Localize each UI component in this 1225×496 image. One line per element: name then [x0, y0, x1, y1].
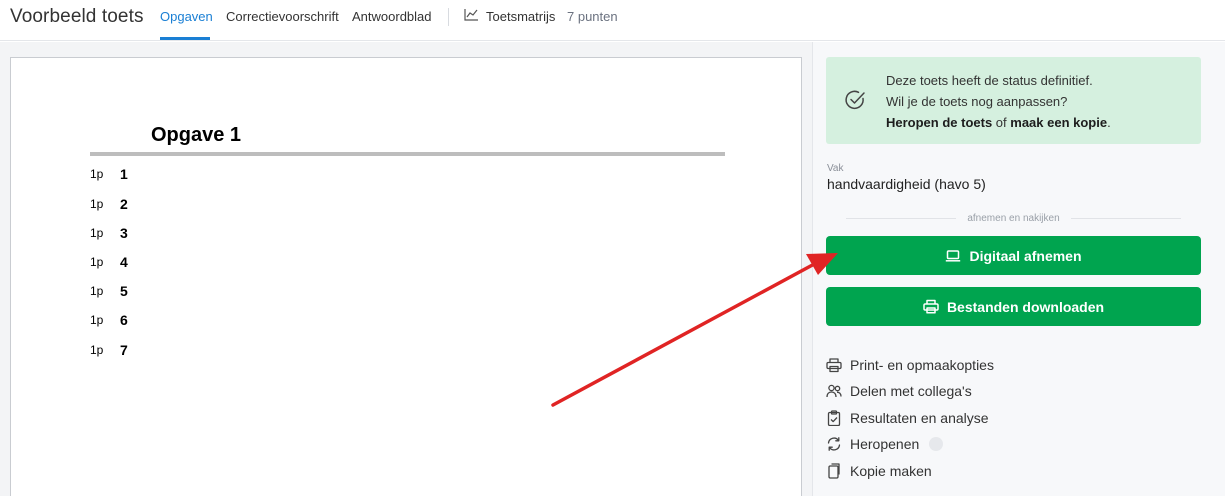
action-share-colleagues[interactable]: Delen met collega's — [826, 381, 972, 401]
status-end-text: . — [1107, 115, 1111, 130]
opgave-title: Opgave 1 — [151, 124, 242, 146]
action-print-options[interactable]: Print- en opmaakopties — [826, 355, 994, 375]
chart-line-icon — [464, 8, 479, 24]
question-row[interactable]: 1p 4 — [90, 252, 128, 272]
question-number: 1 — [120, 166, 128, 182]
status-line-1: Deze toets heeft de status definitief. — [886, 73, 1093, 88]
digital-afnemen-button[interactable]: Digitaal afnemen — [826, 236, 1201, 275]
printer-icon — [923, 299, 939, 314]
question-points: 1p — [90, 226, 104, 240]
info-icon[interactable] — [929, 437, 944, 451]
question-points: 1p — [90, 167, 104, 181]
question-points: 1p — [90, 197, 104, 211]
question-points: 1p — [90, 343, 104, 357]
points-total: 7 punten — [567, 9, 618, 24]
status-or-text: of — [992, 115, 1011, 130]
action-results-analysis[interactable]: Resultaten en analyse — [826, 408, 989, 428]
reopen-test-link[interactable]: Heropen de toets — [886, 115, 992, 130]
section-divider-label: afnemen en nakijken — [826, 213, 1201, 224]
action-label: Delen met collega's — [850, 383, 972, 399]
status-message: Deze toets heeft de status definitief. W… — [886, 70, 1111, 133]
page-title: Voorbeeld toets — [10, 6, 144, 27]
divider-label-text: afnemen en nakijken — [959, 213, 1068, 224]
question-number: 7 — [120, 342, 128, 358]
digital-afnemen-label: Digitaal afnemen — [969, 247, 1082, 264]
tab-correctievoorschrift[interactable]: Correctievoorschrift — [226, 9, 339, 24]
opgave-divider — [90, 152, 725, 156]
question-number: 4 — [120, 254, 128, 270]
action-label: Kopie maken — [850, 463, 932, 479]
printer-icon — [826, 357, 842, 373]
question-points: 1p — [90, 255, 104, 269]
vak-label: Vak — [827, 163, 844, 174]
question-row[interactable]: 1p 5 — [90, 281, 128, 301]
tab-antwoordblad[interactable]: Antwoordblad — [352, 9, 432, 24]
laptop-icon — [945, 249, 961, 263]
tab-opgaven[interactable]: Opgaven — [160, 9, 213, 24]
copy-icon — [826, 463, 842, 479]
action-label: Resultaten en analyse — [850, 410, 989, 426]
header-divider — [448, 8, 449, 26]
question-points: 1p — [90, 313, 104, 327]
clipboard-check-icon — [826, 410, 842, 426]
check-circle-icon — [844, 89, 866, 116]
document-preview: Opgave 1 1p 1 1p 2 1p 3 1p 4 1p 5 1p 6 1… — [10, 57, 802, 496]
action-make-copy[interactable]: Kopie maken — [826, 461, 932, 481]
question-row[interactable]: 1p 2 — [90, 194, 128, 214]
download-files-label: Bestanden downloaden — [946, 298, 1105, 315]
status-line-3: Heropen de toets of maak een kopie. — [886, 112, 1111, 133]
vak-value: handvaardigheid (havo 5) — [827, 176, 986, 192]
question-points: 1p — [90, 284, 104, 298]
active-tab-indicator — [160, 37, 210, 40]
toetsmatrijs-link[interactable]: Toetsmatrijs — [464, 8, 555, 24]
top-header: Voorbeeld toets Opgaven Correctievoorsch… — [0, 0, 1225, 41]
users-icon — [826, 383, 842, 399]
question-row[interactable]: 1p 6 — [90, 310, 128, 330]
question-number: 5 — [120, 283, 128, 299]
question-number: 2 — [120, 196, 128, 212]
download-files-button[interactable]: Bestanden downloaden — [826, 287, 1201, 326]
question-row[interactable]: 1p 1 — [90, 164, 128, 184]
question-row[interactable]: 1p 7 — [90, 340, 128, 360]
status-line-2: Wil je de toets nog aanpassen? — [886, 94, 1068, 109]
action-reopen[interactable]: Heropenen — [826, 434, 944, 454]
toetsmatrijs-label: Toetsmatrijs — [486, 8, 556, 24]
question-number: 6 — [120, 312, 128, 328]
question-row[interactable]: 1p 3 — [90, 223, 128, 243]
status-notice: Deze toets heeft de status definitief. W… — [826, 57, 1201, 144]
refresh-icon — [826, 436, 842, 452]
question-number: 3 — [120, 225, 128, 241]
action-label: Print- en opmaakopties — [850, 357, 994, 373]
make-copy-link[interactable]: maak een kopie — [1010, 115, 1107, 130]
action-label: Heropenen — [850, 436, 920, 452]
